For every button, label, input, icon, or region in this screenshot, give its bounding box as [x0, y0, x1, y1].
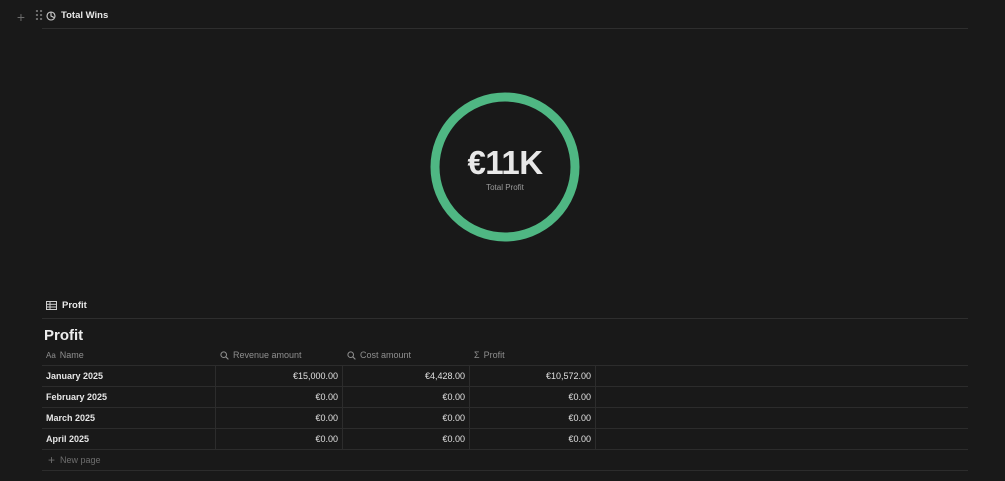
cell-name[interactable]: April 2025 [42, 429, 215, 449]
table-row[interactable]: April 2025 €0.00 €0.00 €0.00 [42, 429, 968, 450]
cell-cost[interactable]: €0.00 [342, 408, 469, 428]
cell-spacer [596, 408, 968, 428]
cell-spacer [596, 387, 968, 407]
table-view-header[interactable]: Profit [46, 300, 87, 311]
new-page-button[interactable]: + New page [42, 450, 968, 471]
page: + ⠿ Total Wins €11K Total Profit Profit … [0, 0, 1005, 481]
divider [42, 28, 968, 29]
chart-view-title: Total Wins [61, 10, 109, 21]
cell-spacer [596, 366, 968, 386]
plus-icon: + [48, 453, 56, 467]
cell-cost[interactable]: €0.00 [342, 429, 469, 449]
cell-profit[interactable]: €0.00 [469, 408, 596, 428]
donut-value: €11K [467, 144, 543, 181]
table-row[interactable]: January 2025 €15,000.00 €4,428.00 €10,57… [42, 366, 968, 387]
table-row[interactable]: March 2025 €0.00 €0.00 €0.00 [42, 408, 968, 429]
table-header-row: Aa Name Revenue amount Cost amount Σ Pro… [42, 345, 968, 366]
cell-cost[interactable]: €4,428.00 [342, 366, 469, 386]
sigma-icon: Σ [474, 350, 480, 360]
cell-profit[interactable]: €0.00 [469, 387, 596, 407]
cell-spacer [596, 429, 968, 449]
cell-revenue[interactable]: €0.00 [215, 429, 342, 449]
cell-revenue[interactable]: €0.00 [215, 387, 342, 407]
donut-label: Total Profit [486, 183, 524, 192]
new-page-label: New page [60, 455, 101, 465]
cell-profit[interactable]: €10,572.00 [469, 366, 596, 386]
search-icon [347, 350, 356, 360]
cell-name[interactable]: February 2025 [42, 387, 215, 407]
table-view-label: Profit [62, 300, 87, 311]
divider [42, 318, 968, 319]
cell-revenue[interactable]: €0.00 [215, 408, 342, 428]
column-header-cost[interactable]: Cost amount [342, 345, 469, 365]
column-header-name[interactable]: Aa Name [42, 345, 215, 365]
cell-revenue[interactable]: €15,000.00 [215, 366, 342, 386]
drag-handle-icon[interactable]: ⠿ [32, 8, 46, 25]
block-handle[interactable]: + ⠿ [14, 8, 46, 25]
column-header-revenue[interactable]: Revenue amount [215, 345, 342, 365]
donut-chart[interactable]: €11K Total Profit [428, 90, 582, 244]
cell-cost[interactable]: €0.00 [342, 387, 469, 407]
column-header-spacer [596, 345, 968, 365]
text-icon: Aa [46, 350, 56, 360]
table-icon [46, 301, 57, 310]
table-row[interactable]: February 2025 €0.00 €0.00 €0.00 [42, 387, 968, 408]
column-header-profit[interactable]: Σ Profit [469, 345, 596, 365]
donut-center: €11K Total Profit [428, 90, 582, 244]
add-block-icon[interactable]: + [14, 9, 28, 25]
chart-icon [46, 10, 56, 21]
cell-profit[interactable]: €0.00 [469, 429, 596, 449]
profit-table: Aa Name Revenue amount Cost amount Σ Pro… [42, 345, 968, 471]
cell-name[interactable]: January 2025 [42, 366, 215, 386]
chart-view-header[interactable]: Total Wins [46, 10, 108, 21]
cell-name[interactable]: March 2025 [42, 408, 215, 428]
table-title: Profit [44, 327, 84, 344]
search-icon [220, 350, 229, 360]
